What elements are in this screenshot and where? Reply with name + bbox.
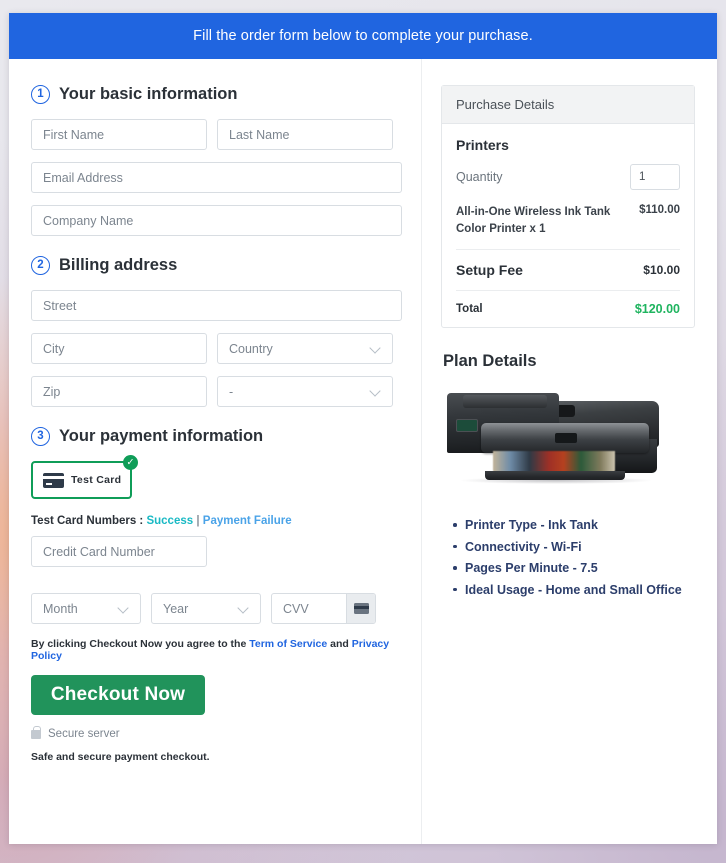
expiry-month-value: Month (43, 601, 78, 616)
section-heading-payment-information: 3 Your payment information (31, 427, 402, 446)
zip-state-row: Zip - (31, 376, 402, 407)
banner-text: Fill the order form below to complete yo… (193, 28, 533, 44)
payment-failure-test-card-link[interactable]: Payment Failure (203, 515, 292, 527)
total-amount: $120.00 (634, 302, 680, 317)
test-card-payment-option[interactable]: Test Card ✓ (31, 455, 138, 499)
chevron-down-icon (370, 386, 381, 397)
chevron-down-icon (238, 603, 249, 614)
last-name-input[interactable]: Last Name (217, 119, 393, 150)
plan-feature-item: Pages Per Minute - 7.5 (453, 558, 695, 580)
name-row: First Name Last Name (31, 119, 402, 150)
state-select-value: - (229, 384, 234, 399)
plan-details-title: Plan Details (443, 352, 537, 371)
expiry-year-value: Year (163, 601, 189, 616)
quantity-label: Quantity (456, 170, 503, 184)
expiry-year-select[interactable]: Year (151, 593, 261, 624)
test-card-numbers-row: Test Card Numbers : Success | Payment Fa… (31, 515, 402, 527)
street-row: Street (31, 290, 402, 321)
expiry-month-select[interactable]: Month (31, 593, 141, 624)
state-select[interactable]: - (217, 376, 393, 407)
summary-column: Purchase Details Printers Quantity 1 All… (422, 59, 717, 844)
total-row: Total $120.00 (456, 291, 680, 316)
line-item-amount: $110.00 (639, 204, 680, 216)
printer-drop-shadow (461, 477, 651, 485)
email-row: Email Address (31, 162, 402, 193)
checkout-page: Fill the order form below to complete yo… (0, 0, 726, 863)
line-item-row: All-in-One Wireless Ink Tank Color Print… (456, 204, 680, 251)
cvv-card-icon (353, 603, 369, 614)
step-number-1: 1 (31, 85, 50, 104)
step-number-3: 3 (31, 427, 50, 446)
credit-card-number-input[interactable]: Credit Card Number (31, 536, 207, 567)
country-select[interactable]: Country (217, 333, 393, 364)
first-name-input[interactable]: First Name (31, 119, 207, 150)
expiry-cvv-row: Month Year CVV (31, 593, 402, 624)
safe-checkout-note: Safe and secure payment checkout. (31, 751, 210, 763)
section-heading-billing-address: 2 Billing address (31, 256, 402, 275)
cvv-help-button[interactable] (346, 594, 375, 623)
email-input[interactable]: Email Address (31, 162, 402, 193)
quantity-input[interactable]: 1 (630, 164, 680, 190)
terms-agreement-text: By clicking Checkout Now you agree to th… (31, 638, 402, 662)
printer-photo-tray (493, 451, 615, 474)
card-number-row: Credit Card Number (31, 536, 402, 581)
checkout-card: Fill the order form below to complete yo… (9, 13, 717, 844)
terms-prefix: By clicking Checkout Now you agree to th… (31, 638, 247, 650)
purchase-details-content: Printers Quantity 1 All-in-One Wireless … (442, 124, 694, 327)
success-test-card-link[interactable]: Success (146, 515, 193, 527)
city-input[interactable]: City (31, 333, 207, 364)
line-item-description: All-in-One Wireless Ink Tank Color Print… (456, 206, 611, 235)
quantity-row: Quantity 1 (456, 164, 680, 190)
setup-fee-row: Setup Fee $10.00 (456, 250, 680, 292)
checkout-body: 1 Your basic information First Name Last… (9, 59, 717, 844)
plan-feature-item: Connectivity - Wi-Fi (453, 537, 695, 559)
company-name-input[interactable]: Company Name (31, 205, 402, 236)
city-country-row: City Country (31, 333, 402, 364)
cvv-input[interactable]: CVV (272, 602, 346, 616)
step-number-2: 2 (31, 256, 50, 275)
setup-fee-amount: $10.00 (643, 263, 680, 278)
secure-server-label: Secure server (48, 728, 120, 740)
printer-output-panel (481, 423, 649, 454)
plan-feature-item: Ideal Usage - Home and Small Office (453, 580, 695, 602)
plan-feature-list: Printer Type - Ink Tank Connectivity - W… (441, 515, 695, 601)
credit-card-icon (43, 472, 64, 488)
section-title-basic-information: Your basic information (59, 85, 238, 103)
purchase-details-panel: Purchase Details Printers Quantity 1 All… (441, 85, 695, 329)
purchase-details-title: Purchase Details (442, 86, 694, 124)
selected-check-icon: ✓ (123, 455, 138, 470)
company-row: Company Name (31, 205, 402, 236)
product-group-name: Printers (456, 137, 509, 153)
zip-input[interactable]: Zip (31, 376, 207, 407)
chevron-down-icon (118, 603, 129, 614)
printer-product-image (441, 385, 695, 493)
setup-fee-label: Setup Fee (456, 262, 523, 279)
section-title-billing-address: Billing address (59, 256, 178, 274)
secure-server-row: Secure server (31, 725, 402, 740)
printer-scanner-lid (463, 395, 547, 409)
cvv-field-group[interactable]: CVV (271, 593, 376, 624)
section-title-payment-information: Your payment information (59, 427, 264, 445)
chevron-down-icon (370, 343, 381, 354)
test-card-label: Test Card (71, 474, 122, 486)
lock-icon (31, 725, 41, 739)
test-card-numbers-label: Test Card Numbers : (31, 515, 144, 527)
plan-feature-item: Printer Type - Ink Tank (453, 515, 695, 537)
terms-conjunction: and (330, 638, 349, 650)
link-separator: | (196, 515, 200, 527)
section-heading-basic-information: 1 Your basic information (31, 85, 402, 104)
checkout-now-button[interactable]: Checkout Now (31, 675, 205, 715)
country-select-value: Country (229, 341, 273, 356)
printer-control-screen (456, 419, 478, 433)
order-form-column: 1 Your basic information First Name Last… (9, 59, 422, 844)
total-label: Total (456, 303, 483, 316)
street-input[interactable]: Street (31, 290, 402, 321)
page-banner: Fill the order form below to complete yo… (9, 13, 717, 59)
terms-of-service-link[interactable]: Term of Service (249, 638, 327, 650)
